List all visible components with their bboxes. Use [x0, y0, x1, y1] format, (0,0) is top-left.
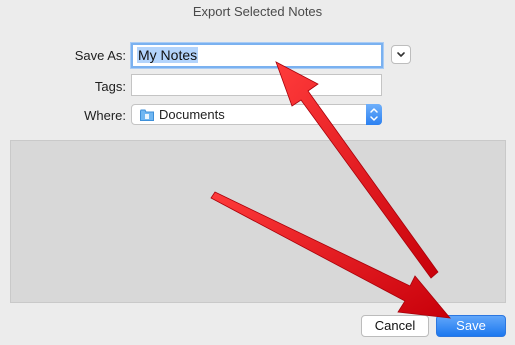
save-button[interactable]: Save [436, 315, 506, 337]
file-browser-area [10, 140, 506, 303]
folder-icon [140, 109, 154, 121]
save-as-value: My Notes [137, 47, 199, 63]
where-value: Documents [159, 107, 225, 122]
tags-field[interactable] [131, 74, 382, 96]
up-down-chevron-icon [370, 108, 378, 121]
cancel-button[interactable]: Cancel [361, 315, 429, 337]
where-popup[interactable]: Documents [131, 104, 382, 125]
popup-stepper [366, 104, 382, 125]
save-as-label: Save As: [74, 48, 126, 63]
save-as-field[interactable]: My Notes [131, 43, 383, 68]
where-label: Where: [84, 108, 126, 123]
expand-dialog-button[interactable] [391, 45, 411, 64]
chevron-down-icon [397, 52, 405, 57]
dialog-title: Export Selected Notes [192, 4, 323, 19]
tags-label: Tags: [94, 79, 126, 94]
